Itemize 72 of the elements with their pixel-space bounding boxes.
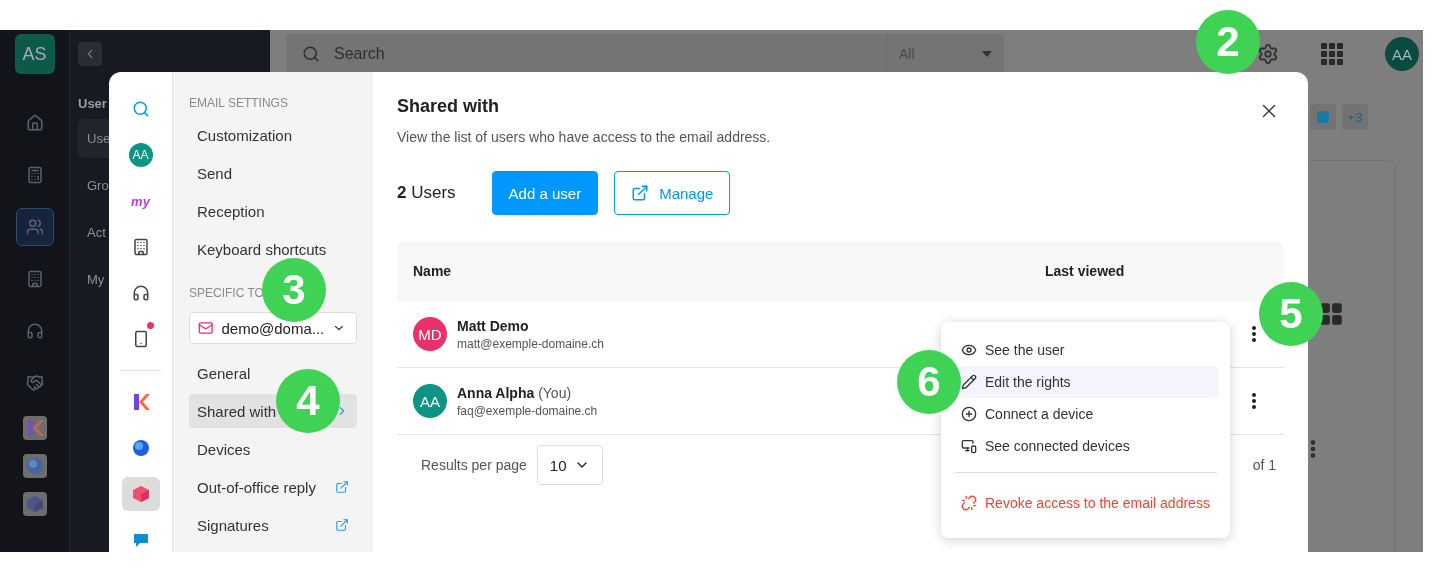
user-avatar[interactable]: AA (1385, 37, 1419, 71)
orb-icon (25, 457, 44, 475)
external-link-icon (335, 518, 349, 532)
step-number-badge: 2 (1196, 10, 1260, 74)
menu-item[interactable]: Revoke access to the email address (953, 472, 1218, 528)
headset-icon (131, 284, 150, 302)
account-badge[interactable]: AS (14, 34, 55, 74)
unlink-icon (961, 494, 977, 511)
caret-icon (982, 51, 992, 57)
plus-circle-icon (961, 406, 977, 422)
app-tile[interactable] (22, 416, 47, 440)
mail-icon (198, 319, 214, 337)
user-email: faq@exemple-domaine.ch (457, 403, 598, 418)
home-icon (25, 114, 44, 132)
calendar-icon (1317, 111, 1329, 123)
user-name: Matt Demo (457, 317, 530, 334)
my-logo: my (131, 193, 150, 209)
search-icon (131, 100, 150, 118)
nav-item[interactable]: Out-of-office reply (189, 470, 357, 504)
user-email: matt@exemple-domaine.ch (457, 336, 604, 351)
section-heading: EMAIL SETTINGS (189, 96, 288, 110)
cube-icon (25, 495, 44, 513)
menu-item[interactable]: See connected devices (953, 430, 1218, 462)
mailbox-select[interactable]: demo@doma... (189, 312, 357, 344)
dialog-title: Shared with (397, 96, 499, 117)
user-avatar: AA (413, 384, 447, 418)
kebab-icon[interactable] (1252, 393, 1256, 409)
user-count: 2 Users (397, 183, 456, 203)
search-icon (302, 45, 320, 63)
eye-icon (961, 342, 977, 358)
per-page-select[interactable]: 10 (536, 445, 603, 485)
rail-button[interactable] (15, 208, 54, 246)
external-link-icon (631, 184, 650, 202)
monitor-icon (961, 438, 977, 454)
section-heading: SPECIFIC TO (189, 285, 264, 300)
cube-icon (131, 485, 150, 503)
page-count: of 1 (1252, 457, 1276, 473)
dialog-description: View the list of users who have access to the email address. (397, 129, 772, 145)
app-button[interactable]: AA (121, 138, 160, 172)
nav-item[interactable]: Reception (189, 194, 357, 228)
nav-item[interactable]: Send (189, 156, 357, 190)
settings-icon[interactable] (1257, 43, 1279, 65)
building-icon (131, 238, 150, 256)
app-button[interactable]: my (121, 184, 160, 218)
kebab-icon[interactable] (1252, 326, 1256, 342)
calculator-icon (25, 166, 44, 184)
sidebar-title: User (78, 96, 107, 111)
orb-icon (131, 439, 150, 457)
collapse-button[interactable] (78, 42, 102, 66)
app-button[interactable] (121, 477, 160, 511)
chat-bubble-icon (131, 531, 150, 549)
column-header: Last viewed (1045, 263, 1126, 279)
k-logo-icon (131, 393, 150, 411)
nav-item[interactable]: Signatures (189, 508, 357, 542)
pencil-icon (961, 374, 977, 390)
headset-icon (25, 322, 44, 340)
user-avatar: MD (413, 317, 447, 351)
user-name: Anna Alpha (You) (457, 384, 573, 401)
nav-item[interactable]: Customization (189, 118, 357, 152)
column-header: Name (413, 263, 453, 279)
nav-item[interactable]: Devices (189, 432, 357, 466)
building-icon (25, 270, 44, 288)
external-link-icon (335, 480, 349, 494)
users-icon (25, 218, 44, 236)
per-page-label: Results per page (421, 457, 527, 473)
handshake-icon (25, 374, 44, 392)
k-logo-icon (25, 419, 44, 437)
app-tile[interactable] (22, 492, 47, 516)
app-grid-icon[interactable] (1321, 43, 1343, 65)
search-placeholder: Search (334, 45, 385, 63)
app-tile[interactable] (22, 454, 47, 478)
user-avatar: AA (128, 143, 153, 167)
